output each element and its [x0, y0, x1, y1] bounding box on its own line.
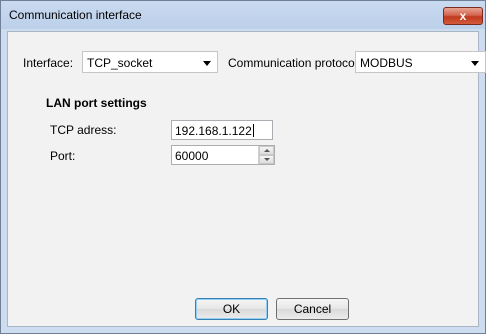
window-title: Communication interface: [9, 8, 142, 22]
ok-button[interactable]: OK: [195, 298, 268, 320]
protocol-value: MODBUS: [360, 56, 413, 70]
port-stepper[interactable]: 60000: [171, 145, 275, 165]
cancel-button[interactable]: Cancel: [276, 298, 349, 320]
chevron-down-icon: [203, 61, 211, 66]
port-value: 60000: [175, 149, 209, 163]
interface-select[interactable]: TCP_socket: [82, 51, 218, 73]
port-label: Port:: [50, 149, 76, 163]
interface-label: Interface:: [23, 56, 74, 70]
dialog-content: Interface: TCP_socket Communication prot…: [7, 31, 486, 327]
dialog-window: Communication interface x Interface: TCP…: [0, 0, 486, 334]
close-button[interactable]: x: [443, 7, 483, 25]
chevron-down-icon: [471, 61, 479, 66]
tcp-address-input[interactable]: 192.168.1.122: [171, 120, 273, 140]
interface-value: TCP_socket: [87, 56, 153, 70]
port-spinner[interactable]: [258, 146, 274, 164]
tcp-address-label: TCP adress:: [50, 123, 117, 137]
spin-up-icon[interactable]: [259, 146, 274, 155]
title-bar[interactable]: Communication interface x: [1, 1, 485, 29]
tcp-address-value: 192.168.1.122: [175, 124, 252, 138]
protocol-label: Communication protocol:: [228, 56, 361, 70]
close-icon: x: [459, 9, 467, 23]
spin-down-icon[interactable]: [259, 155, 274, 164]
protocol-select[interactable]: MODBUS: [355, 51, 486, 73]
lan-section-title: LAN port settings: [46, 96, 147, 110]
